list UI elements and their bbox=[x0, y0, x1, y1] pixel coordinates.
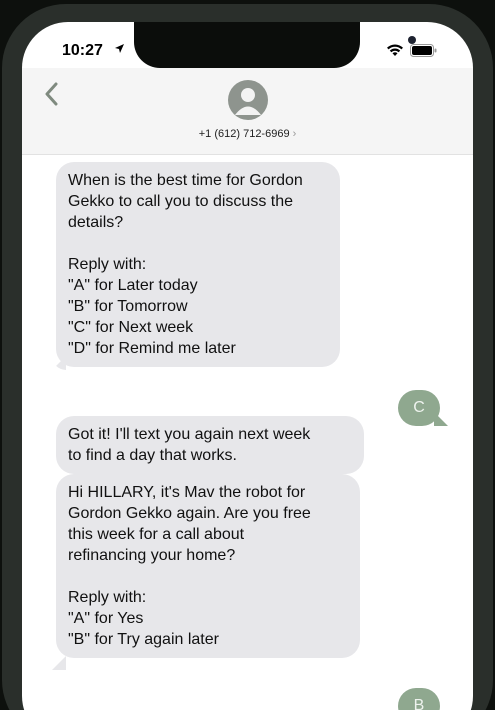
outgoing-message: B bbox=[398, 688, 440, 710]
wifi-icon bbox=[387, 44, 403, 56]
status-time: 10:27 bbox=[62, 42, 103, 59]
conversation-header: +1 (612) 712-6969 › bbox=[22, 68, 473, 155]
notch bbox=[134, 22, 416, 68]
camera-dot bbox=[408, 36, 416, 44]
back-chevron-icon[interactable] bbox=[44, 82, 58, 106]
phone-screen: 10:27 +1 (612) 712-6969 › When is the be… bbox=[22, 22, 473, 710]
avatar[interactable] bbox=[228, 80, 268, 120]
contact-name[interactable]: +1 (612) 712-6969 › bbox=[22, 128, 473, 140]
incoming-message: When is the best time for Gordon Gekko t… bbox=[56, 162, 340, 367]
bubble-tail bbox=[434, 412, 448, 426]
outgoing-message: C bbox=[398, 390, 440, 426]
location-arrow-icon bbox=[115, 44, 124, 53]
contact-chevron: › bbox=[292, 128, 297, 140]
contact-number: +1 (612) 712-6969 bbox=[198, 128, 290, 140]
battery-icon bbox=[410, 44, 437, 57]
person-icon bbox=[235, 88, 261, 115]
incoming-message: Got it! I'll text you again next week to… bbox=[56, 416, 364, 474]
status-indicators bbox=[386, 44, 437, 57]
incoming-message: Hi HILLARY, it's Mav the robot for Gordo… bbox=[56, 474, 360, 658]
phone-frame: 10:27 +1 (612) 712-6969 › When is the be… bbox=[0, 0, 495, 710]
bubble-tail bbox=[52, 656, 66, 670]
